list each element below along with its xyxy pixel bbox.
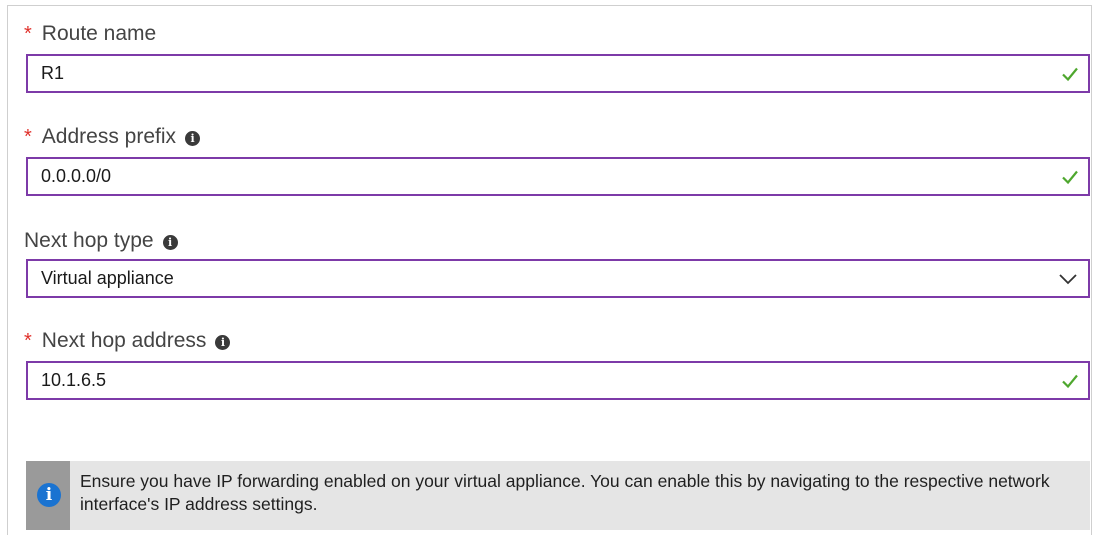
address-prefix-label: * Address prefix i bbox=[24, 124, 201, 150]
info-banner-text: Ensure you have IP forwarding enabled on… bbox=[80, 471, 1050, 514]
required-asterisk: * bbox=[24, 126, 32, 148]
next-hop-address-label-text: Next hop address bbox=[41, 329, 207, 352]
info-icon[interactable]: i bbox=[185, 131, 201, 146]
address-prefix-label-text: Address prefix bbox=[41, 125, 177, 148]
next-hop-type-select[interactable]: Virtual appliance bbox=[26, 259, 1090, 298]
next-hop-address-label: * Next hop address i bbox=[24, 328, 231, 354]
required-asterisk: * bbox=[24, 330, 32, 352]
route-name-value: R1 bbox=[41, 63, 65, 83]
info-icon[interactable]: i bbox=[215, 335, 231, 350]
route-name-input[interactable]: R1 bbox=[26, 54, 1090, 93]
next-hop-type-value: Virtual appliance bbox=[41, 268, 174, 288]
address-prefix-input[interactable]: 0.0.0.0/0 bbox=[26, 157, 1090, 196]
checkmark-icon bbox=[1062, 67, 1078, 82]
checkmark-icon bbox=[1062, 374, 1078, 389]
chevron-down-icon[interactable] bbox=[1059, 272, 1077, 286]
route-name-label-text: Route name bbox=[41, 22, 157, 45]
info-banner: i Ensure you have IP forwarding enabled … bbox=[26, 461, 1090, 530]
next-hop-address-input[interactable]: 10.1.6.5 bbox=[26, 361, 1090, 400]
banner-icon-strip: i bbox=[26, 461, 70, 530]
address-prefix-value: 0.0.0.0/0 bbox=[41, 166, 112, 186]
info-icon: i bbox=[37, 483, 61, 507]
next-hop-type-label: Next hop type i bbox=[24, 228, 178, 254]
info-icon[interactable]: i bbox=[162, 235, 178, 250]
next-hop-type-label-text: Next hop type bbox=[24, 229, 154, 252]
required-asterisk: * bbox=[24, 23, 32, 45]
checkmark-icon bbox=[1062, 170, 1078, 185]
next-hop-address-value: 10.1.6.5 bbox=[41, 370, 107, 390]
route-name-label: * Route name bbox=[24, 21, 156, 47]
